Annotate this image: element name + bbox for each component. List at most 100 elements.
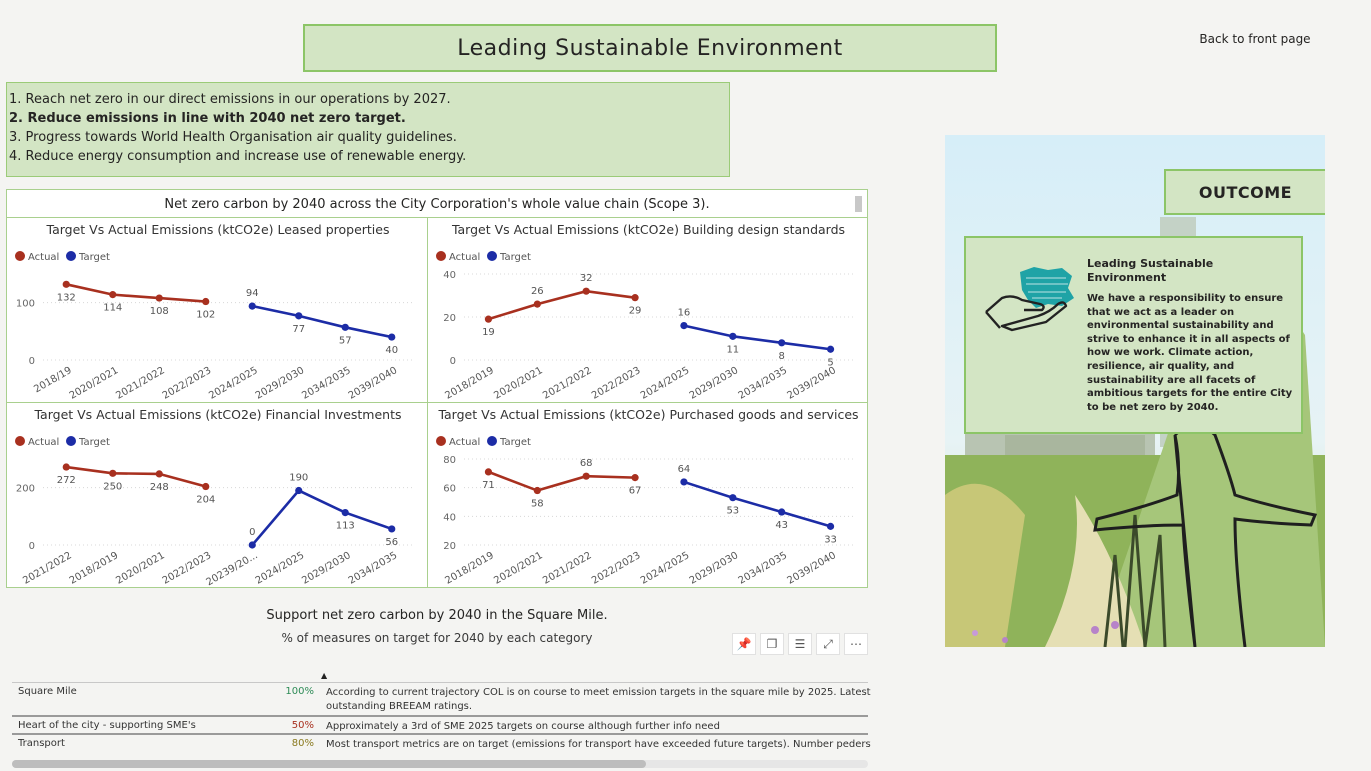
data-label: 56 <box>385 537 398 548</box>
x-tick-label: 2039/2040 <box>786 365 839 402</box>
pin-icon[interactable]: 📌 <box>732 633 756 655</box>
series-line-target <box>683 324 831 351</box>
legend-label-target[interactable]: Target <box>78 252 110 263</box>
y-tick-label: 200 <box>16 484 35 495</box>
chart-title: Target Vs Actual Emissions (ktCO2e) Buil… <box>451 222 845 237</box>
chart-title: Target Vs Actual Emissions (ktCO2e) Fina… <box>33 407 401 422</box>
data-point-target[interactable] <box>778 508 786 516</box>
data-label: 204 <box>196 495 215 506</box>
data-point-actual[interactable] <box>484 468 493 476</box>
data-point-target[interactable] <box>295 312 303 320</box>
x-tick-label: 2039/2040 <box>347 365 400 402</box>
copy-icon[interactable]: ❐ <box>760 633 784 655</box>
data-point-actual[interactable] <box>202 482 210 491</box>
sort-ascending-icon[interactable]: ▲ <box>321 671 327 680</box>
row-category: Square Mile <box>18 686 77 697</box>
data-label: 33 <box>824 534 837 545</box>
chart-building-design-standards[interactable]: Target Vs Actual Emissions (ktCO2e) Buil… <box>427 217 868 403</box>
chart-leased-properties[interactable]: Target Vs Actual Emissions (ktCO2e) Leas… <box>6 217 428 403</box>
legend-label-actual[interactable]: Actual <box>28 437 59 448</box>
data-label: 248 <box>150 482 169 493</box>
section-scrollbar[interactable] <box>855 196 862 212</box>
data-point-actual[interactable] <box>582 472 590 480</box>
focus-mode-icon[interactable]: ⤢ <box>816 633 840 655</box>
objective-3: 3. Progress towards World Health Organis… <box>9 130 457 145</box>
data-point-actual[interactable] <box>62 463 70 471</box>
legend-marker-target <box>487 251 497 261</box>
data-point-actual[interactable] <box>109 291 117 299</box>
page-title-box: Leading Sustainable Environment <box>303 24 997 72</box>
legend-marker-actual <box>15 436 25 446</box>
data-point-actual[interactable] <box>533 300 541 308</box>
row-percent: 100% <box>285 686 314 697</box>
horizontal-scrollbar-thumb[interactable] <box>12 760 646 768</box>
scope3-chart-section: Net zero carbon by 2040 across the City … <box>6 189 868 588</box>
data-label: 94 <box>246 288 259 299</box>
objective-4: 4. Reduce energy consumption and increas… <box>9 149 467 164</box>
data-label: 77 <box>292 324 305 335</box>
table-row[interactable]: Transport 80% Most transport metrics are… <box>12 733 871 753</box>
x-tick-label: 2034/2035 <box>300 365 353 402</box>
row-description: Most transport metrics are on target (em… <box>326 739 871 750</box>
data-point-target[interactable] <box>295 486 303 495</box>
row-description: Approximately a 3rd of SME 2025 targets … <box>326 721 720 732</box>
data-point-target[interactable] <box>388 333 396 341</box>
table-row[interactable]: Square Mile 100% According to current tr… <box>12 682 871 715</box>
data-point-actual[interactable] <box>582 287 590 295</box>
data-point-actual[interactable] <box>62 280 70 288</box>
legend-label-actual[interactable]: Actual <box>28 252 59 263</box>
data-label: 8 <box>779 351 785 362</box>
more-options-icon[interactable]: ⋯ <box>844 633 868 655</box>
data-point-target[interactable] <box>248 541 256 549</box>
data-point-target[interactable] <box>778 339 786 347</box>
horizontal-scrollbar[interactable] <box>12 760 868 768</box>
data-point-target[interactable] <box>248 302 256 310</box>
filter-icon[interactable]: ☰ <box>788 633 812 655</box>
legend-marker-target <box>487 436 497 446</box>
data-point-target[interactable] <box>388 525 396 533</box>
x-tick-label: 2029/2030 <box>688 550 741 587</box>
series-line-actual <box>65 283 206 303</box>
x-tick-label: 2034/2035 <box>347 550 400 587</box>
data-label: 68 <box>580 458 593 469</box>
table-row[interactable]: Heart of the city - supporting SME's 50%… <box>12 715 868 733</box>
chart-financial-investments[interactable]: Target Vs Actual Emissions (ktCO2e) Fina… <box>6 402 428 588</box>
data-label: 43 <box>775 520 788 531</box>
data-point-target[interactable] <box>341 323 349 331</box>
data-point-actual[interactable] <box>631 474 639 482</box>
legend-label-actual[interactable]: Actual <box>449 437 480 448</box>
data-point-actual[interactable] <box>155 294 163 302</box>
data-point-actual[interactable] <box>155 470 163 478</box>
back-to-front-page-button[interactable]: Back to front page <box>1190 32 1320 46</box>
data-point-actual[interactable] <box>631 294 639 302</box>
legend-label-target[interactable]: Target <box>78 437 110 448</box>
legend-label-target[interactable]: Target <box>499 252 531 263</box>
data-label: 64 <box>678 464 691 475</box>
data-point-actual[interactable] <box>109 469 117 477</box>
row-description: According to current trajectory COL is o… <box>326 686 871 714</box>
data-point-target[interactable] <box>680 478 688 486</box>
legend-label-actual[interactable]: Actual <box>449 252 480 263</box>
data-point-target[interactable] <box>729 494 737 502</box>
data-point-actual[interactable] <box>484 315 493 323</box>
chart-purchased-goods-services[interactable]: Target Vs Actual Emissions (ktCO2e) Purc… <box>427 402 868 588</box>
y-tick-label: 60 <box>443 484 456 495</box>
data-point-actual[interactable] <box>533 486 541 495</box>
y-tick-label: 40 <box>443 270 456 281</box>
outcome-card-text: We have a responsibility to ensure that … <box>1087 293 1293 413</box>
data-point-actual[interactable] <box>202 297 210 306</box>
data-point-target[interactable] <box>826 522 835 530</box>
data-point-target[interactable] <box>826 345 835 353</box>
x-tick-label: 2020/2021 <box>492 365 545 402</box>
data-label: 32 <box>580 273 593 284</box>
row-description-line-1: According to current trajectory COL is o… <box>326 687 871 698</box>
data-point-target[interactable] <box>341 509 349 517</box>
data-point-target[interactable] <box>729 332 737 340</box>
data-point-target[interactable] <box>680 322 688 330</box>
data-label: 113 <box>336 521 355 532</box>
x-tick-label: 2021/2022 <box>114 365 167 402</box>
x-tick-label: 2021/2022 <box>21 550 74 587</box>
legend-label-target[interactable]: Target <box>499 437 531 448</box>
data-label: 19 <box>482 327 495 338</box>
x-tick-label: 2020/2021 <box>114 550 167 587</box>
